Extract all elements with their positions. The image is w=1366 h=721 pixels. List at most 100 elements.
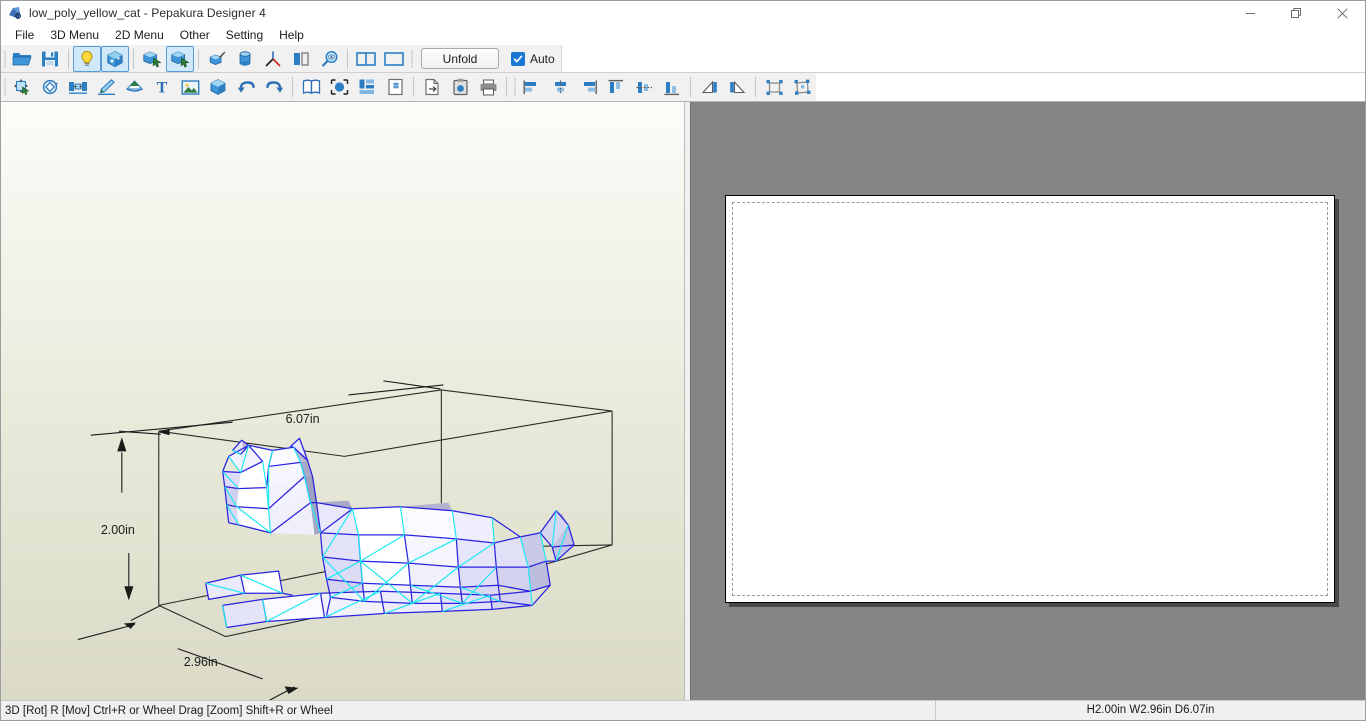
inspect-button[interactable] bbox=[315, 46, 343, 72]
auto-checkbox[interactable] bbox=[511, 51, 525, 66]
toolbar-separator bbox=[68, 48, 69, 69]
close-button[interactable] bbox=[1319, 1, 1365, 25]
flip-view-button[interactable] bbox=[287, 46, 315, 72]
page-grid-icon bbox=[387, 78, 403, 96]
menu-file[interactable]: File bbox=[7, 26, 42, 45]
auto-label: Auto bbox=[530, 51, 555, 66]
select-all-button[interactable] bbox=[760, 74, 788, 100]
select-scatter-button[interactable] bbox=[788, 74, 816, 100]
toolbar2-empty-area bbox=[816, 73, 1365, 101]
cylinder-icon bbox=[239, 50, 251, 66]
minimize-button[interactable] bbox=[1227, 1, 1273, 25]
export-page-button[interactable] bbox=[418, 74, 446, 100]
clipboard-icon bbox=[452, 78, 468, 96]
menu-3d[interactable]: 3D Menu bbox=[42, 26, 107, 45]
edit-flap-button[interactable] bbox=[92, 74, 120, 100]
align-left-icon bbox=[523, 80, 536, 94]
printer-icon bbox=[480, 79, 496, 95]
2d-pattern-viewport[interactable] bbox=[690, 102, 1365, 700]
3d-model-viewport[interactable]: 6.07in 2.00in 2.96in bbox=[1, 102, 685, 700]
align-top-button[interactable] bbox=[602, 74, 630, 100]
unfold-button[interactable]: Unfold bbox=[421, 48, 499, 69]
align-right-button[interactable] bbox=[574, 74, 602, 100]
axis-button[interactable] bbox=[259, 46, 287, 72]
align-left-button[interactable] bbox=[518, 74, 546, 100]
split-panel-icon bbox=[294, 51, 309, 66]
select-face-button[interactable] bbox=[138, 46, 166, 72]
folder-open-icon bbox=[12, 52, 32, 65]
restore-button[interactable] bbox=[1273, 1, 1319, 25]
fit-to-screen-button[interactable] bbox=[325, 74, 353, 100]
toolbar2-separator bbox=[292, 77, 293, 97]
pepakura-main-window: low_poly_yellow_cat - Pepakura Designer … bbox=[0, 0, 1366, 721]
page-export-icon bbox=[424, 78, 439, 96]
rotate-left-icon bbox=[701, 80, 717, 93]
toolbar-separator bbox=[347, 48, 348, 69]
layout-two-pane-button[interactable] bbox=[352, 46, 380, 72]
erase-flap-button[interactable] bbox=[120, 74, 148, 100]
auto-checkbox-wrap[interactable]: Auto bbox=[511, 51, 555, 66]
join-disjoin-button[interactable] bbox=[64, 74, 92, 100]
join-faces-icon bbox=[69, 82, 87, 94]
open-file-button[interactable] bbox=[8, 46, 36, 72]
toolbar2-separator bbox=[755, 77, 756, 97]
toggle-light-button[interactable] bbox=[73, 45, 101, 72]
align-center-horizontal-button[interactable] bbox=[546, 74, 574, 100]
cylinder-button[interactable] bbox=[231, 46, 259, 72]
cube-cursor-icon bbox=[142, 51, 161, 67]
lightbulb-icon bbox=[81, 50, 93, 66]
toolbar-grip[interactable] bbox=[1, 45, 8, 72]
align-middle-vertical-button[interactable] bbox=[630, 74, 658, 100]
add-text-button[interactable]: T bbox=[148, 74, 176, 100]
menu-other[interactable]: Other bbox=[172, 26, 218, 45]
rotate-left-button[interactable] bbox=[695, 74, 723, 100]
unfolded-pattern-button[interactable] bbox=[297, 74, 325, 100]
texture-view-button[interactable] bbox=[101, 45, 129, 72]
show-3d-model-button[interactable] bbox=[204, 74, 232, 100]
select-all-icon bbox=[766, 79, 783, 95]
dimension-width-label: 2.96in bbox=[184, 655, 218, 669]
page-margin-guide bbox=[732, 202, 1328, 596]
toolbar-grip-secondary[interactable] bbox=[408, 45, 415, 72]
align-right-icon bbox=[583, 80, 597, 94]
menu-2d[interactable]: 2D Menu bbox=[107, 26, 172, 45]
redo-button[interactable] bbox=[260, 74, 288, 100]
redo-arrow-icon bbox=[265, 81, 283, 93]
move-piece-button[interactable] bbox=[8, 74, 36, 100]
dimension-depth-graphic bbox=[90, 380, 444, 436]
align-center-h-icon bbox=[554, 80, 566, 94]
layout-single-pane-button[interactable] bbox=[380, 46, 408, 72]
undo-button[interactable] bbox=[232, 74, 260, 100]
toolbar-separator bbox=[133, 48, 134, 69]
add-image-button[interactable] bbox=[176, 74, 204, 100]
align-top-icon bbox=[608, 79, 623, 93]
menu-bar: File 3D Menu 2D Menu Other Setting Help bbox=[1, 25, 1365, 45]
paint-cube-button[interactable] bbox=[203, 46, 231, 72]
textured-cube-icon bbox=[107, 50, 123, 67]
menu-setting[interactable]: Setting bbox=[218, 26, 271, 45]
toolbar3-grip[interactable] bbox=[511, 73, 518, 101]
select-part-button[interactable] bbox=[166, 45, 194, 72]
print-button[interactable] bbox=[474, 74, 502, 100]
rotate-right-button[interactable] bbox=[723, 74, 751, 100]
single-pane-layout-icon bbox=[384, 51, 404, 66]
fit-screen-icon bbox=[330, 79, 348, 95]
pattern-page-1[interactable] bbox=[725, 195, 1335, 603]
dimension-depth-label: 6.07in bbox=[286, 412, 320, 426]
undo-arrow-icon bbox=[237, 81, 255, 93]
toolbar2-grip[interactable] bbox=[1, 73, 8, 101]
layout-arrange-button[interactable] bbox=[353, 74, 381, 100]
copy-clipboard-button[interactable] bbox=[446, 74, 474, 100]
dimension-width-arrow-b bbox=[284, 686, 299, 695]
rotate-piece-button[interactable] bbox=[36, 74, 64, 100]
dimension-height-label: 2.00in bbox=[101, 523, 135, 537]
axis-tripod-icon bbox=[265, 51, 281, 67]
page-settings-button[interactable] bbox=[381, 74, 409, 100]
menu-help[interactable]: Help bbox=[271, 26, 312, 45]
align-bottom-button[interactable] bbox=[658, 74, 686, 100]
toolbar-secondary: T bbox=[1, 73, 1365, 102]
save-file-button[interactable] bbox=[36, 46, 64, 72]
dimension-height-arrow-up bbox=[117, 437, 127, 452]
status-dimensions: H2.00in W2.96in D6.07in bbox=[935, 701, 1365, 720]
checkmark-icon bbox=[513, 55, 523, 62]
